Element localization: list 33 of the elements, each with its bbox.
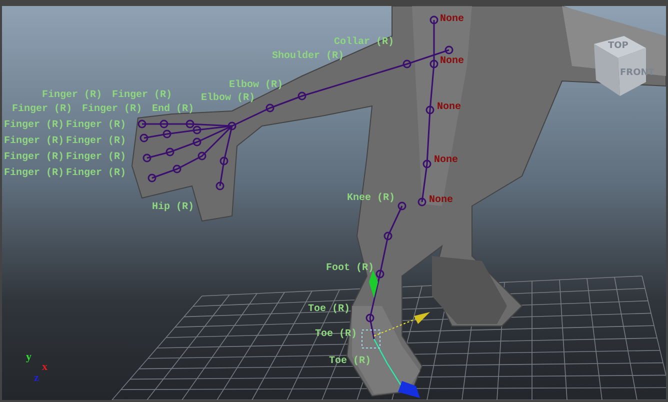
axis-y-label: y: [26, 352, 32, 363]
joint-label: Knee (R): [347, 193, 396, 205]
joint-label: Finger (R): [82, 104, 142, 116]
joint-label: Finger (R): [66, 120, 126, 132]
joint-label: Finger (R): [66, 168, 126, 180]
axis-z-label: z: [34, 373, 39, 384]
joint-label: Finger (R): [112, 90, 172, 102]
joint-label: None: [437, 102, 462, 114]
joint-label: Finger (R): [4, 168, 64, 180]
joint-label: Toe (R): [308, 304, 350, 316]
joint-label: None: [440, 14, 464, 26]
joint-label: Toe (R): [329, 356, 372, 368]
joint-label: Collar (R): [334, 37, 394, 49]
joint-label: Finger (R): [12, 104, 72, 116]
joint-label: Finger (R): [42, 90, 102, 102]
joint-label: Finger (R): [4, 136, 64, 148]
joint-label: Finger (R): [4, 120, 64, 132]
joint-label: Finger (R): [66, 152, 126, 164]
joint-label: Finger (R): [4, 152, 64, 164]
joint-label: Hip (R): [152, 202, 194, 214]
joint-label: None: [434, 155, 458, 167]
joint-label: Elbow (R): [201, 93, 256, 105]
joint-label: End (R): [152, 104, 194, 116]
joint-label: Finger (R): [66, 136, 126, 148]
joint-label: Foot (R): [326, 263, 374, 275]
joint-label: None: [440, 56, 464, 68]
joint-label: None: [429, 195, 454, 207]
axis-x-label: x: [42, 362, 48, 373]
joint-label: Elbow (R): [229, 80, 284, 92]
joint-label: Toe (R): [315, 329, 358, 341]
3d-viewport[interactable]: [0, 0, 668, 402]
joint-label: Shoulder (R): [272, 51, 344, 63]
view-cube-top-label: TOP: [608, 41, 628, 51]
